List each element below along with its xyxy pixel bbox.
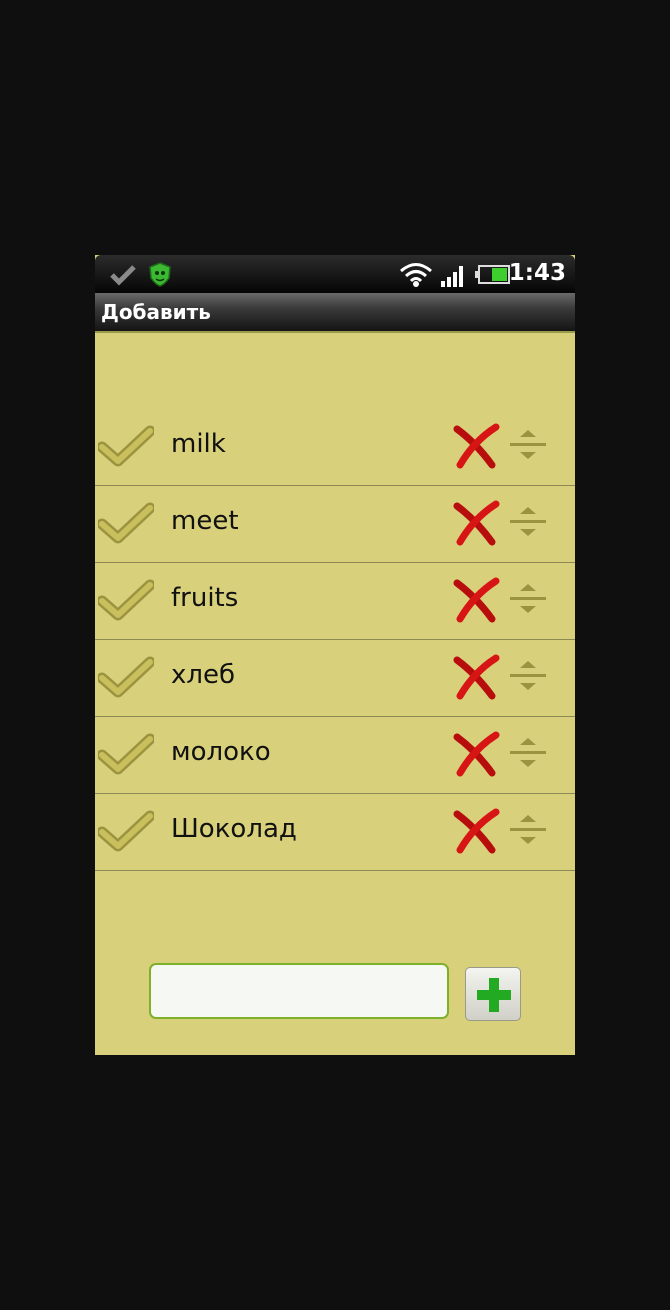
status-bar: 1:43 xyxy=(95,255,575,293)
list-item-label: молоко xyxy=(171,737,271,767)
list-item-label: meet xyxy=(171,506,239,536)
clock: 1:43 xyxy=(508,260,566,286)
add-button[interactable] xyxy=(465,967,521,1021)
plus-icon xyxy=(477,978,511,1012)
reorder-icon[interactable] xyxy=(508,658,548,694)
phone-screen: 1:43 Добавить milk meet fruits хлеб моло… xyxy=(95,255,575,1055)
check-icon[interactable] xyxy=(98,808,154,854)
antivirus-icon xyxy=(149,262,171,287)
delete-icon[interactable] xyxy=(452,654,500,700)
reorder-icon[interactable] xyxy=(508,427,548,463)
list-item-label: хлеб xyxy=(171,660,236,690)
check-icon[interactable] xyxy=(98,500,154,546)
list-item-label: fruits xyxy=(171,583,239,613)
delete-icon[interactable] xyxy=(452,500,500,546)
delete-icon[interactable] xyxy=(452,577,500,623)
delete-icon[interactable] xyxy=(452,731,500,777)
list-item: хлеб xyxy=(95,640,575,717)
title-bar: Добавить xyxy=(95,293,575,333)
check-icon[interactable] xyxy=(98,654,154,700)
page-title: Добавить xyxy=(101,300,211,324)
signal-icon xyxy=(441,266,463,287)
delete-icon[interactable] xyxy=(452,808,500,854)
wifi-icon xyxy=(400,263,432,287)
list-item: milk xyxy=(95,409,575,486)
reorder-icon[interactable] xyxy=(508,812,548,848)
check-notification-icon xyxy=(110,265,136,286)
reorder-icon[interactable] xyxy=(508,581,548,617)
list-item-label: milk xyxy=(171,429,226,459)
list-item: Шоколад xyxy=(95,794,575,871)
check-icon[interactable] xyxy=(98,577,154,623)
check-icon[interactable] xyxy=(98,731,154,777)
list-item: meet xyxy=(95,486,575,563)
reorder-icon[interactable] xyxy=(508,504,548,540)
new-item-input[interactable] xyxy=(149,963,449,1019)
list-item: fruits xyxy=(95,563,575,640)
battery-icon xyxy=(475,265,510,284)
check-icon[interactable] xyxy=(98,423,154,469)
list-item-label: Шоколад xyxy=(171,814,297,844)
shopping-list: milk meet fruits хлеб молоко Шоколад xyxy=(95,409,575,871)
delete-icon[interactable] xyxy=(452,423,500,469)
reorder-icon[interactable] xyxy=(508,735,548,771)
list-item: молоко xyxy=(95,717,575,794)
